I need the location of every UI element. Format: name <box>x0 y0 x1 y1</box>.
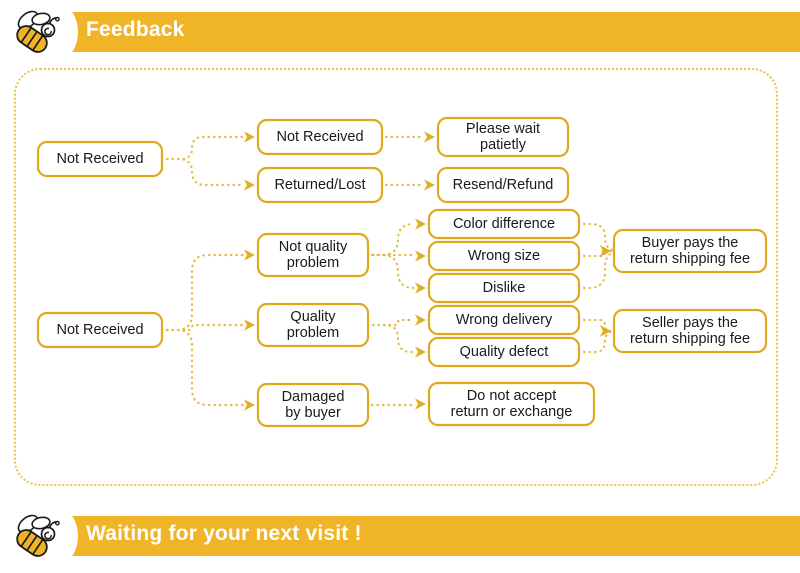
connector <box>582 329 616 354</box>
flow-node-label: Not Received <box>56 322 143 338</box>
flowchart: Not Received Not Received Returned/Lost Ple… <box>36 116 768 428</box>
arrow-head <box>415 282 426 294</box>
flow-node-label: Dislike <box>483 280 526 296</box>
flow-node[interactable]: Wrong size <box>427 240 581 272</box>
connector <box>371 323 416 354</box>
flow-node[interactable]: Wrong delivery <box>427 304 581 336</box>
flow-node[interactable]: Do not accept return or exchange <box>427 381 596 427</box>
flow-node-label: Wrong size <box>468 248 540 264</box>
bee-icon <box>16 514 60 557</box>
flow-node[interactable]: Not quality problem <box>256 232 370 278</box>
arrow-head <box>415 314 426 326</box>
arrow-head <box>415 398 426 410</box>
flow-node[interactable]: Not Received <box>36 140 164 178</box>
flow-node-label: Buyer pays the return shipping fee <box>630 235 750 267</box>
flow-node-label: Quality problem <box>287 309 339 341</box>
flow-node[interactable]: Please wait patietly <box>436 116 570 158</box>
flow-node-label: Not Received <box>56 151 143 167</box>
connector <box>165 135 245 161</box>
flow-node[interactable]: Not Received <box>256 118 384 156</box>
arrow-head <box>415 218 426 230</box>
arrow-head <box>415 250 426 262</box>
arrow-head <box>244 319 255 331</box>
flow-node[interactable]: Seller pays the return shipping fee <box>612 308 768 354</box>
bee-icon <box>16 10 60 53</box>
node-layer: Not Received Not Received Returned/Lost Ple… <box>36 116 768 428</box>
arrow-head <box>424 131 435 143</box>
flow-node-label: Quality defect <box>460 344 549 360</box>
flow-node-label: Not quality problem <box>279 239 348 271</box>
flow-node[interactable]: Quality defect <box>427 336 581 368</box>
arrow-head <box>244 249 255 261</box>
flow-node[interactable]: Returned/Lost <box>256 166 384 204</box>
flow-node[interactable]: Damaged by buyer <box>256 382 370 428</box>
flow-node[interactable]: Color difference <box>427 208 581 240</box>
flow-node[interactable]: Resend/Refund <box>436 166 570 204</box>
arrow-head <box>244 131 255 143</box>
header-title: Feedback <box>86 18 185 41</box>
arrow-head <box>244 399 255 411</box>
flow-node-label: Color difference <box>453 216 555 232</box>
flow-node-label: Returned/Lost <box>274 177 365 193</box>
flow-node[interactable]: Buyer pays the return shipping fee <box>612 228 768 274</box>
arrow-head <box>244 179 255 191</box>
arrow-head <box>415 346 426 358</box>
footer-banner: Waiting for your next visit ! <box>0 508 800 564</box>
flow-node-label: Wrong delivery <box>456 312 553 328</box>
flow-node-label: Seller pays the return shipping fee <box>630 315 750 347</box>
connector <box>165 328 245 407</box>
flow-node[interactable]: Quality problem <box>256 302 370 348</box>
connector <box>371 222 416 257</box>
arrow-head <box>424 179 435 191</box>
flow-node-label: Resend/Refund <box>453 177 554 193</box>
flow-node[interactable]: Not Received <box>36 311 164 349</box>
flow-node-label: Do not accept return or exchange <box>451 388 573 420</box>
connector <box>165 253 245 332</box>
connector <box>371 253 416 290</box>
flow-node[interactable]: Dislike <box>427 272 581 304</box>
header-banner: Feedback <box>0 4 800 60</box>
connector <box>165 157 245 187</box>
header-watermark <box>602 16 782 46</box>
flow-node-label: Damaged by buyer <box>282 389 345 421</box>
flow-node-label: Not Received <box>276 129 363 145</box>
footer-title: Waiting for your next visit ! <box>86 522 362 545</box>
